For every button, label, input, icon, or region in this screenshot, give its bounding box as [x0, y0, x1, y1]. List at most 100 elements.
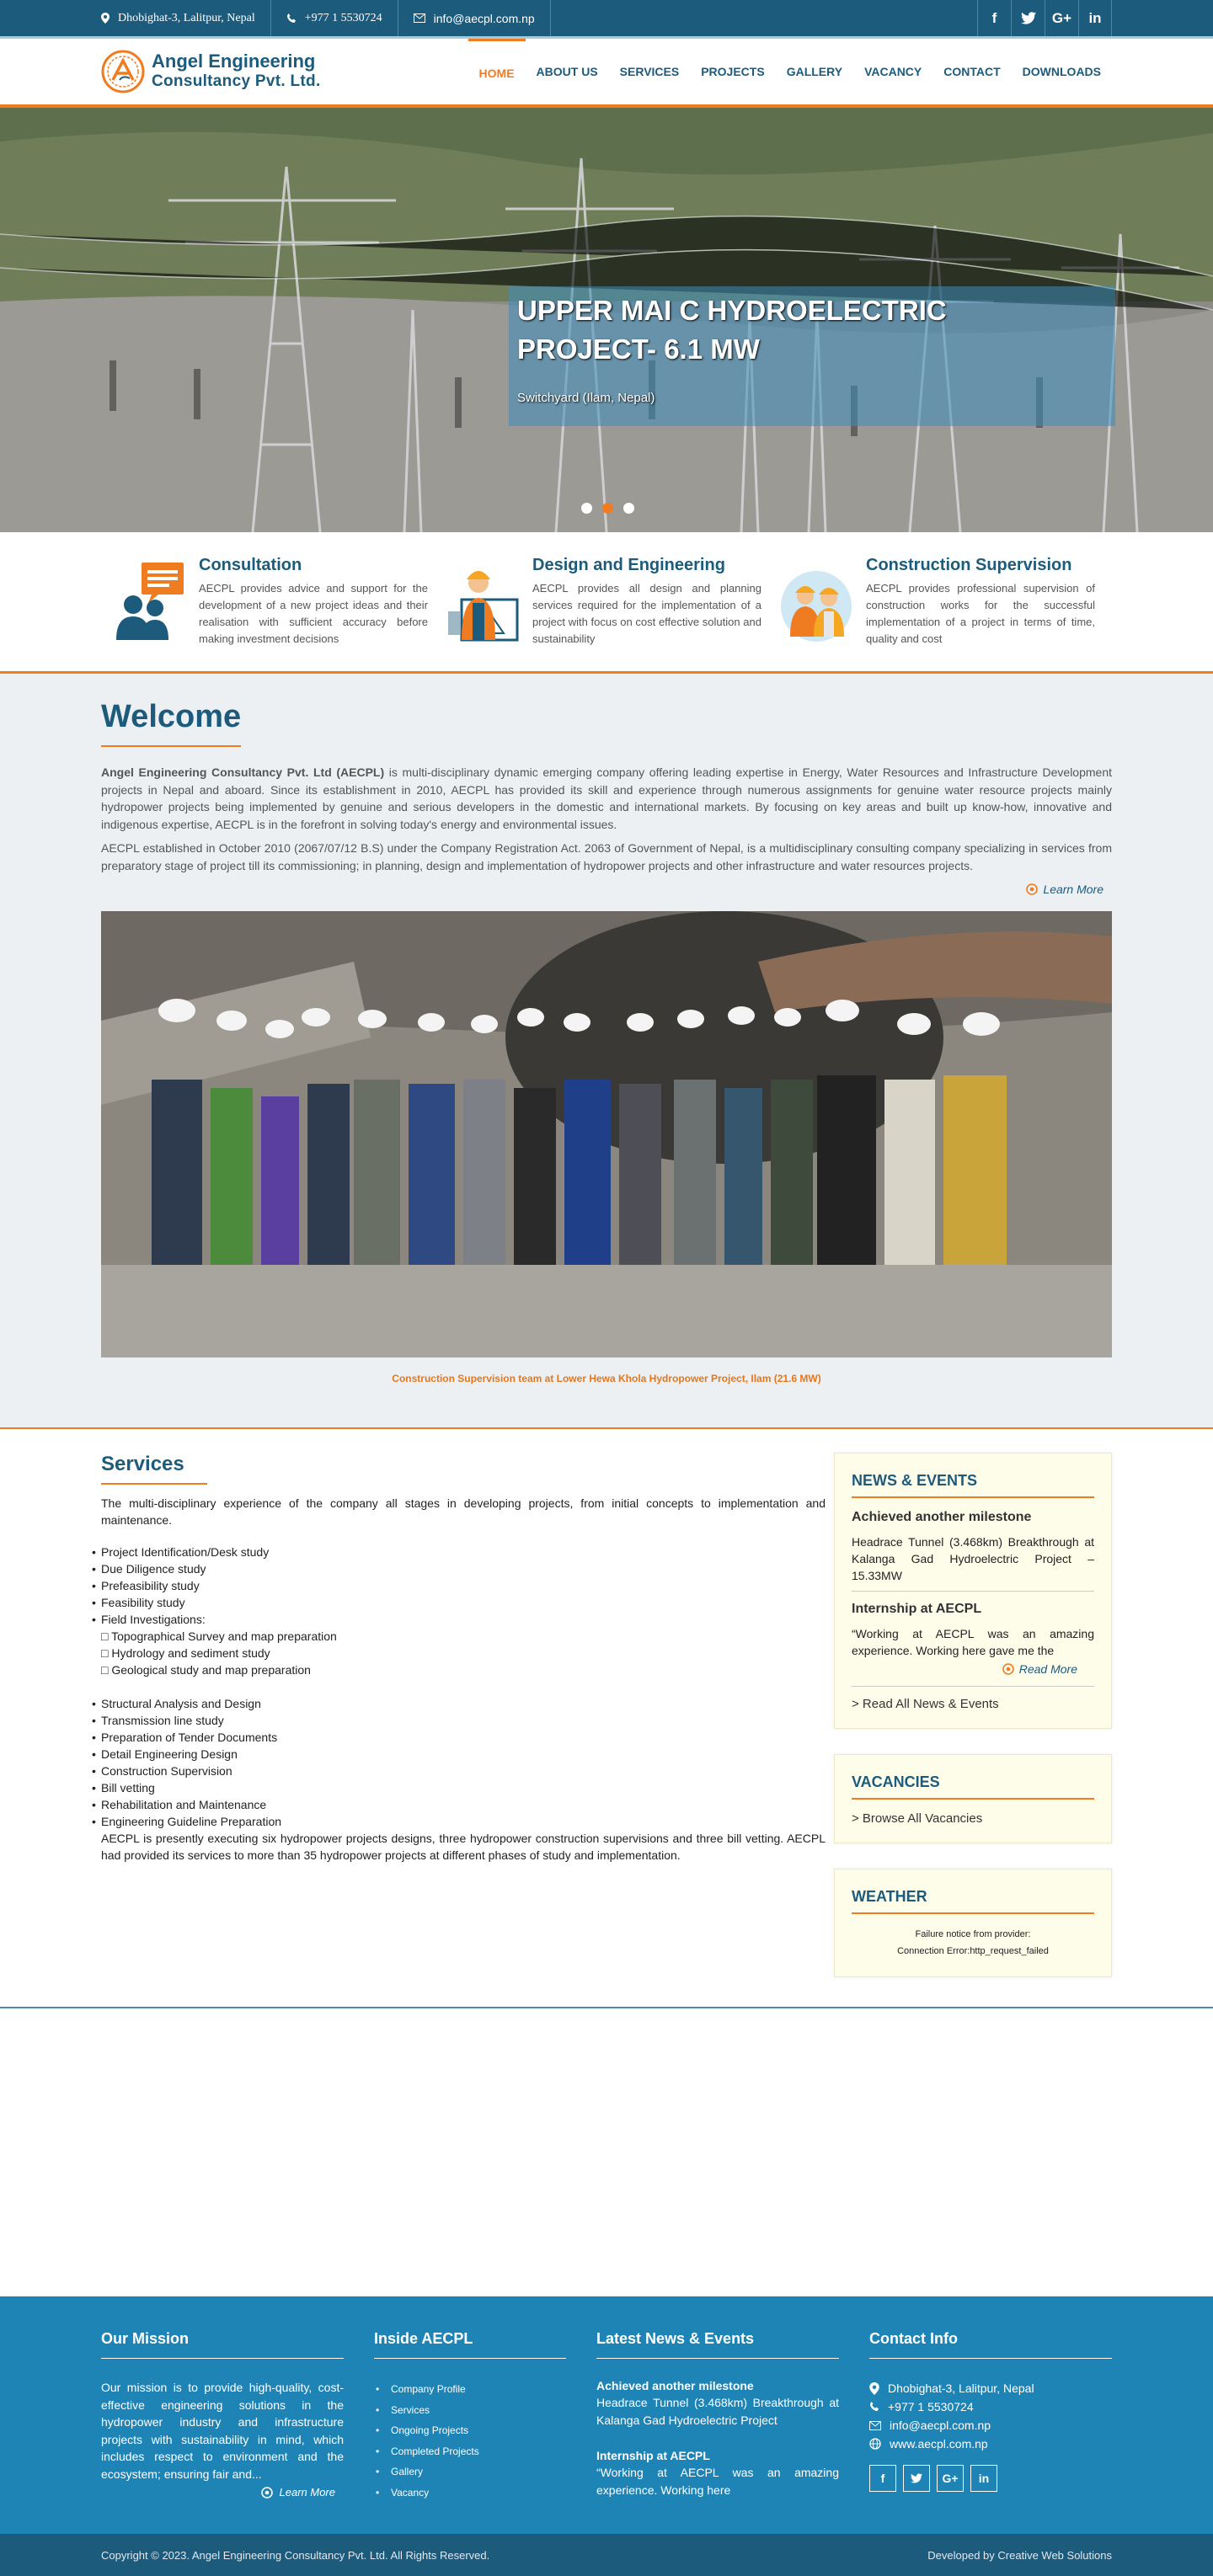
nav-home[interactable]: HOME: [468, 39, 526, 104]
feature-title: Design and Engineering: [532, 556, 725, 574]
footer-link[interactable]: Gallery: [374, 2461, 566, 2483]
linkedin-icon[interactable]: in: [970, 2465, 997, 2492]
footer-heading: Our Mission: [101, 2330, 344, 2359]
feature-text: AECPL provides advice and support for th…: [199, 582, 428, 645]
welcome-title: Welcome: [101, 699, 242, 734]
email-text: info@aecpl.com.np: [890, 2419, 991, 2432]
nav-contact[interactable]: CONTACT: [932, 39, 1011, 104]
nav-services[interactable]: SERVICES: [609, 39, 691, 104]
learn-more-link[interactable]: Learn More: [101, 883, 1103, 896]
footer-social-links: f G+ in: [869, 2465, 1112, 2492]
feature-consultation: Consultation AECPL provides advice and s…: [101, 556, 435, 648]
learn-more-label: Learn More: [1043, 883, 1103, 896]
list-item: Structural Analysis and Design: [92, 1695, 826, 1712]
circle-arrow-icon: [1002, 1663, 1014, 1675]
engineer-icon: [448, 571, 519, 642]
news-title[interactable]: Achieved another milestone: [852, 1510, 1094, 1525]
main-nav: HOME ABOUT US SERVICES PROJECTS GALLERY …: [468, 39, 1112, 104]
facebook-icon[interactable]: f: [977, 0, 1011, 36]
phone-icon: [870, 2402, 879, 2411]
services-outro: AECPL is presently executing six hydropo…: [101, 1832, 826, 1862]
nav-downloads[interactable]: DOWNLOADS: [1012, 39, 1112, 104]
footer-heading: Inside AECPL: [374, 2330, 566, 2359]
team-photo: [101, 911, 1112, 1357]
topbar-address: Dhobighat-3, Lalitpur, Nepal: [101, 0, 271, 36]
services-title: Services: [101, 1453, 184, 1475]
news-excerpt: “Working at AECPL was an amazing experie…: [852, 1627, 1094, 1657]
weather-error-line-2: Connection Error:http_request_failed: [897, 1946, 1049, 1956]
footer-news-title[interactable]: Internship at AECPL: [596, 2449, 839, 2462]
footer-phone[interactable]: +977 1 5530724: [869, 2397, 1112, 2416]
list-item: Preparation of Tender Documents: [92, 1729, 826, 1746]
slider-dot-active[interactable]: [602, 503, 613, 514]
site-logo[interactable]: Angel Engineering Consultancy Pvt. Ltd.: [101, 50, 321, 93]
footer-link[interactable]: Vacancy: [374, 2483, 566, 2504]
map-pin-icon: [869, 2381, 879, 2395]
slider-dots: [581, 503, 634, 514]
list-item: Bill vetting: [92, 1779, 826, 1796]
read-all-news-link[interactable]: > Read All News & Events: [852, 1697, 1094, 1711]
footer-link[interactable]: Services: [374, 2400, 566, 2421]
footer-learn-more-link[interactable]: Learn More: [101, 2486, 344, 2499]
list-item: Construction Supervision: [92, 1763, 826, 1779]
footer-address: Dhobighat-3, Lalitpur, Nepal: [869, 2379, 1112, 2397]
twitter-icon[interactable]: [1011, 0, 1045, 36]
news-title[interactable]: Internship at AECPL: [852, 1602, 1094, 1617]
google-plus-icon[interactable]: G+: [937, 2465, 964, 2492]
top-bar: Dhobighat-3, Lalitpur, Nepal +977 1 5530…: [0, 0, 1213, 39]
linkedin-icon[interactable]: in: [1078, 0, 1112, 36]
footer-mission: Our Mission Our mission is to provide hi…: [101, 2330, 344, 2503]
footer-heading: Contact Info: [869, 2330, 1112, 2359]
footer-email[interactable]: info@aecpl.com.np: [869, 2416, 1112, 2435]
widget-title: NEWS & EVENTS: [852, 1472, 1094, 1498]
learn-more-label: Learn More: [279, 2486, 335, 2499]
news-excerpt: Headrace Tunnel (3.468km) Breakthrough a…: [852, 1535, 1094, 1582]
phone-text: +977 1 5530724: [888, 2400, 974, 2413]
footer-news-title[interactable]: Achieved another milestone: [596, 2379, 839, 2392]
footer-link[interactable]: Completed Projects: [374, 2441, 566, 2462]
facebook-icon[interactable]: f: [869, 2465, 896, 2492]
read-more-label: Read More: [1018, 1662, 1077, 1676]
photo-caption: Construction Supervision team at Lower H…: [392, 1373, 821, 1384]
nav-projects[interactable]: PROJECTS: [690, 39, 775, 104]
twitter-icon[interactable]: [903, 2465, 930, 2492]
read-more-link[interactable]: Read More: [852, 1662, 1077, 1676]
footer-heading: Latest News & Events: [596, 2330, 839, 2359]
social-links: f G+ in: [977, 0, 1112, 36]
browse-vacancies-link[interactable]: > Browse All Vacancies: [852, 1811, 1094, 1826]
envelope-icon: [413, 13, 425, 23]
divider: [852, 1686, 1094, 1687]
services-list: Project Identification/Desk study Due Di…: [92, 1544, 826, 1830]
weather-error-line-1: Failure notice from provider:: [915, 1929, 1031, 1939]
circle-arrow-icon: [260, 2486, 273, 2499]
services-section: Services The multi-disciplinary experien…: [0, 1429, 1213, 2008]
hero-slider[interactable]: UPPER MAI C HYDROELECTRIC PROJECT- 6.1 M…: [0, 108, 1213, 532]
topbar-email[interactable]: info@aecpl.com.np: [398, 0, 551, 36]
nav-about-us[interactable]: ABOUT US: [526, 39, 609, 104]
developer-credit[interactable]: Developed by Creative Web Solutions: [927, 2549, 1112, 2562]
footer-website[interactable]: www.aecpl.com.np: [869, 2435, 1112, 2453]
list-item: Project Identification/Desk study: [92, 1544, 826, 1560]
site-footer: Our Mission Our mission is to provide hi…: [0, 2296, 1213, 2534]
globe-icon: [869, 2438, 881, 2450]
slider-dot[interactable]: [623, 503, 634, 514]
list-subitem: □ Geological study and map preparation: [101, 1663, 311, 1677]
supervision-icon: [781, 571, 852, 642]
slider-dot[interactable]: [581, 503, 592, 514]
topbar-phone[interactable]: +977 1 5530724: [271, 0, 398, 36]
nav-gallery[interactable]: GALLERY: [776, 39, 853, 104]
list-item: Detail Engineering Design: [92, 1746, 826, 1763]
footer-news: Latest News & Events Achieved another mi…: [596, 2330, 839, 2503]
phone-text: +977 1 5530724: [304, 11, 382, 24]
divider: [852, 1591, 1094, 1592]
hero-title: UPPER MAI C HYDROELECTRIC PROJECT- 6.1 M…: [517, 295, 947, 365]
footer-link[interactable]: Company Profile: [374, 2379, 566, 2400]
nav-vacancy[interactable]: VACANCY: [853, 39, 932, 104]
logo-line-1: Angel Engineering: [152, 51, 316, 72]
list-item: Field Investigations:: [92, 1611, 826, 1628]
circle-arrow-icon: [1026, 883, 1039, 895]
news-events-widget: NEWS & EVENTS Achieved another milestone…: [834, 1453, 1112, 1729]
footer-link[interactable]: Ongoing Projects: [374, 2420, 566, 2441]
hero-subtitle: Switchyard (Ilam, Nepal): [517, 391, 655, 405]
google-plus-icon[interactable]: G+: [1045, 0, 1078, 36]
